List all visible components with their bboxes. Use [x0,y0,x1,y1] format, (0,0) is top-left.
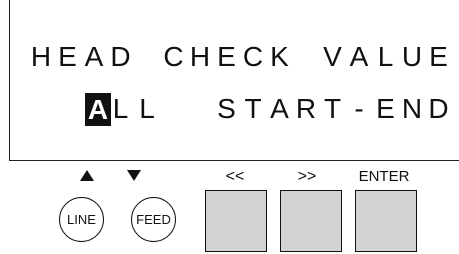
lcd-char: R [295,93,317,124]
lcd-char: T [323,93,342,124]
lcd-char: C [242,41,264,72]
lcd-char: H [30,41,52,72]
triangle-up-icon [80,170,94,181]
cursor-character: A [87,94,109,125]
enter-button[interactable] [355,190,417,252]
enter-key-label: ENTER [358,168,410,185]
feed-button-label: FEED [136,212,171,227]
lcd-char: C [163,41,184,72]
lcd-char: E [217,41,236,72]
lcd-char: A [84,41,104,72]
lcd-char: L [139,93,155,124]
lcd-char: D [428,93,449,124]
line-button[interactable]: LINE [59,197,104,242]
lcd-char: T [244,93,262,124]
lcd-char: A [270,93,289,124]
lcd-char: D [110,41,131,72]
lcd-char: K [270,41,289,72]
prev-key-label: << [225,168,245,185]
lcd-char: H [189,41,211,72]
next-key-label: >> [297,168,317,185]
next-button[interactable] [280,190,342,252]
lcd-char: S [217,93,236,124]
lcd-char: A [349,41,369,72]
lcd-char: E [429,41,448,72]
lcd-char: - [354,93,364,124]
lcd-char: U [401,41,423,72]
lcd-display: HEADCHECKVALUE A LLSTART-END [9,0,459,161]
lcd-char: L [377,41,394,72]
lcd-char: E [376,93,395,124]
prev-button[interactable] [205,190,267,252]
lcd-char: E [58,41,77,72]
lcd-char: V [323,41,342,72]
line-button-label: LINE [67,212,96,227]
triangle-down-icon [127,170,141,181]
lcd-cursor: A [85,93,111,126]
feed-button[interactable]: FEED [131,197,176,242]
lcd-char: N [401,93,423,124]
lcd-char: L [112,93,129,124]
